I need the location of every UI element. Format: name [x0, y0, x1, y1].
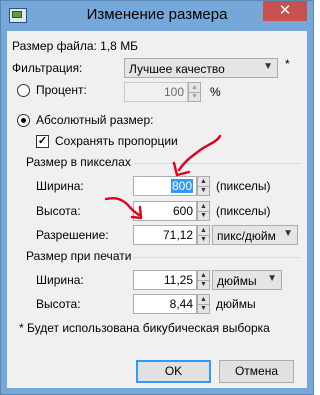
- resolution-label: Разрешение:: [36, 228, 109, 242]
- print-width-stepper[interactable]: ▲ ▼: [197, 270, 210, 290]
- close-button[interactable]: ✕: [263, 1, 307, 21]
- percent-stepper[interactable]: ▲ ▼: [188, 82, 201, 102]
- print-height-unit: дюймы: [216, 297, 256, 311]
- print-size-section-label: Размер при печати: [26, 249, 132, 263]
- print-height-label: Высота:: [36, 297, 81, 311]
- print-height-input[interactable]: 8,44: [133, 294, 197, 314]
- pixel-width-stepper[interactable]: ▲ ▼: [197, 176, 210, 196]
- resolution-unit-select[interactable]: пикс/дюйм ▼: [212, 225, 298, 245]
- title-bar: Изменение размера ✕: [1, 1, 313, 31]
- print-size-divider: [133, 257, 301, 258]
- print-unit-select[interactable]: дюймы ▼: [212, 270, 282, 290]
- resolution-input[interactable]: 71,12: [133, 225, 197, 245]
- close-icon: ✕: [278, 2, 292, 19]
- chevron-down-icon: ▼: [267, 273, 277, 284]
- print-height-stepper[interactable]: ▲ ▼: [197, 294, 210, 314]
- percent-radio[interactable]: [17, 84, 30, 97]
- print-width-label: Ширина:: [36, 273, 84, 287]
- pixel-height-label: Высота:: [36, 204, 81, 218]
- footnote: * Будет использована бикубическая выборк…: [19, 321, 270, 335]
- filter-select[interactable]: Лучшее качество ▼: [124, 58, 278, 78]
- pixel-width-input[interactable]: 800: [133, 176, 197, 196]
- absolute-label: Абсолютный размер:: [36, 113, 154, 127]
- pixel-width-unit: (пикселы): [216, 179, 271, 193]
- pixel-height-unit: (пикселы): [216, 204, 271, 218]
- percent-input[interactable]: 100: [124, 82, 188, 102]
- pixel-width-value: 800: [170, 179, 193, 193]
- pixel-width-label: Ширина:: [36, 179, 84, 193]
- keep-proportions-checkbox[interactable]: ✓: [36, 135, 49, 148]
- chevron-down-icon: ▼: [263, 61, 273, 72]
- resolution-stepper[interactable]: ▲ ▼: [197, 225, 210, 245]
- absolute-radio[interactable]: [17, 114, 30, 127]
- keep-proportions-label: Сохранять пропорции: [55, 134, 178, 148]
- pixel-height-stepper[interactable]: ▲ ▼: [197, 201, 210, 221]
- print-unit-value: дюймы: [217, 274, 257, 288]
- ok-button[interactable]: OK: [136, 360, 211, 383]
- percent-unit: %: [210, 85, 221, 99]
- resolution-unit-value: пикс/дюйм: [217, 229, 276, 243]
- pixel-size-divider: [133, 163, 301, 164]
- pixel-height-input[interactable]: 600: [133, 201, 197, 221]
- dialog-body: Размер файла: 1,8 МБ Фильтрация: Лучшее …: [7, 31, 307, 388]
- filter-star: *: [285, 57, 290, 71]
- chevron-down-icon: ▼: [283, 228, 293, 239]
- percent-label: Процент:: [36, 83, 87, 97]
- filter-label: Фильтрация:: [12, 61, 83, 75]
- print-width-input[interactable]: 11,25: [133, 270, 197, 290]
- pixel-size-section-label: Размер в пикселах: [26, 155, 131, 169]
- filter-value: Лучшее качество: [129, 62, 225, 76]
- resize-dialog: Изменение размера ✕ Размер файла: 1,8 МБ…: [0, 0, 314, 395]
- file-size-label: Размер файла: 1,8 МБ: [12, 39, 139, 53]
- cancel-button[interactable]: Отмена: [219, 360, 294, 383]
